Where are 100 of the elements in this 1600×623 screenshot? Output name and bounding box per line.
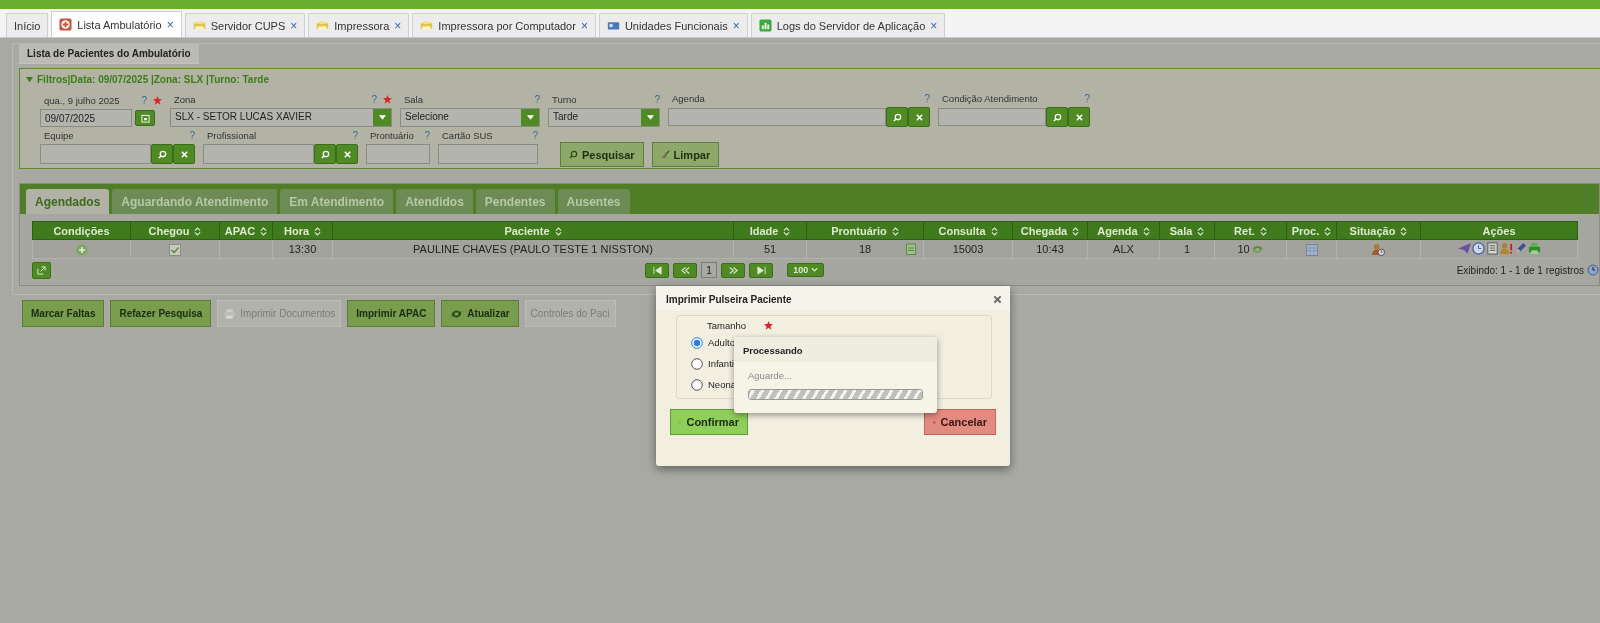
refresh-icon[interactable] <box>1587 264 1599 276</box>
clipboard-icon[interactable] <box>905 243 917 255</box>
help-mark[interactable]: ? <box>424 129 430 141</box>
printer-icon[interactable] <box>1527 241 1541 255</box>
field-label: Sala <box>404 93 424 105</box>
list-tab[interactable]: Atendidos <box>396 189 473 214</box>
column-header[interactable]: Sala <box>1159 221 1215 240</box>
help-mark[interactable]: ? <box>141 94 147 106</box>
plus-icon[interactable] <box>75 243 88 256</box>
filter-button[interactable]: Pesquisar <box>560 142 644 167</box>
column-header[interactable]: Paciente <box>332 221 734 240</box>
help-mark[interactable]: ? <box>534 93 540 105</box>
close-icon <box>342 149 352 159</box>
id-card-icon <box>606 19 620 32</box>
page-number[interactable]: 1 <box>701 262 718 278</box>
help-mark[interactable]: ? <box>924 92 930 104</box>
calendar-icon <box>140 113 150 123</box>
first-page-button[interactable] <box>645 262 669 278</box>
column-header[interactable]: Ret. <box>1214 221 1287 240</box>
clear-button[interactable] <box>908 107 930 127</box>
column-header[interactable]: Agenda <box>1087 221 1160 240</box>
input-field[interactable] <box>203 144 314 164</box>
column-header[interactable]: APAC <box>219 221 273 240</box>
app-tab[interactable]: Logs do Servidor de Aplicação × <box>750 13 946 37</box>
list-tab[interactable]: Aguardando Atendimento <box>112 189 278 214</box>
list-tab[interactable]: Pendentes <box>475 189 555 214</box>
list-tab[interactable]: Em Atendimento <box>280 189 394 214</box>
radio-button[interactable] <box>691 336 703 349</box>
search-button[interactable] <box>886 107 908 127</box>
column-header[interactable]: Chegada <box>1012 221 1088 240</box>
person-alert-icon[interactable] <box>1499 241 1513 255</box>
app-tab[interactable]: Servidor CUPS × <box>184 13 306 37</box>
close-tab-button[interactable]: × <box>580 18 588 33</box>
input-field[interactable] <box>668 108 886 126</box>
document-icon[interactable] <box>1485 241 1499 255</box>
person-clock-icon[interactable] <box>1372 242 1385 256</box>
input-field[interactable] <box>438 144 538 164</box>
app-tab[interactable]: Impressora × <box>308 13 410 37</box>
clear-button[interactable] <box>1068 107 1090 127</box>
radio-button[interactable] <box>691 357 703 370</box>
close-tab-button[interactable]: × <box>394 18 402 33</box>
list-tab[interactable]: Agendados <box>26 189 110 214</box>
search-button[interactable] <box>151 144 173 164</box>
column-header[interactable]: Chegou <box>130 221 220 240</box>
previous-page-button[interactable] <box>673 262 697 278</box>
select-field[interactable]: Selecione <box>400 108 540 127</box>
search-icon <box>1052 112 1062 122</box>
select-field[interactable]: Tarde <box>548 108 660 127</box>
column-header[interactable]: Prontuário <box>806 221 924 240</box>
checkbox[interactable] <box>169 243 181 256</box>
column-header[interactable]: Idade <box>733 221 807 240</box>
clock-icon[interactable] <box>1471 241 1485 255</box>
column-header[interactable]: Condições <box>32 221 131 240</box>
table-cell: ALX <box>1113 243 1134 255</box>
clear-button[interactable] <box>336 144 358 164</box>
close-tab-button[interactable]: × <box>930 18 938 33</box>
next-page-button[interactable] <box>721 262 746 278</box>
column-header[interactable]: Ações <box>1420 221 1578 240</box>
printer-icon <box>223 307 237 320</box>
app-tab[interactable]: Lista Ambulatório × <box>51 11 182 37</box>
action-button[interactable]: Refazer Pesquisa <box>110 300 212 327</box>
close-tab-button[interactable]: × <box>732 18 740 33</box>
column-header[interactable]: Proc. <box>1286 221 1337 240</box>
input-field[interactable] <box>366 144 430 164</box>
cancel-button[interactable]: Cancelar <box>924 409 996 435</box>
export-button[interactable] <box>32 261 51 279</box>
help-mark[interactable]: ? <box>189 129 195 141</box>
last-page-button[interactable] <box>749 262 774 278</box>
close-icon[interactable] <box>993 295 1002 304</box>
column-header[interactable]: Consulta <box>923 221 1013 240</box>
confirm-button[interactable]: Confirmar <box>670 409 748 435</box>
help-mark[interactable]: ? <box>1084 92 1090 104</box>
search-button[interactable] <box>1046 107 1068 127</box>
pen-icon[interactable] <box>1513 241 1527 255</box>
filter-button[interactable]: Limpar <box>651 142 720 167</box>
help-mark[interactable]: ? <box>352 129 358 141</box>
list-tab[interactable]: Ausentes <box>557 189 630 214</box>
close-tab-button[interactable]: × <box>290 18 298 33</box>
input-field[interactable] <box>938 108 1046 126</box>
column-header[interactable]: Situação <box>1336 221 1421 240</box>
app-tab[interactable]: Unidades Funcionais × <box>598 13 748 37</box>
action-button[interactable]: Marcar Faltas <box>22 300 105 327</box>
action-button[interactable]: Atualizar <box>441 300 519 327</box>
page-size-select[interactable]: 100 <box>787 263 825 277</box>
column-header[interactable]: Hora <box>272 221 333 240</box>
calendar-button[interactable] <box>135 110 155 126</box>
close-tab-button[interactable]: × <box>166 17 174 32</box>
app-tab[interactable]: Início <box>6 13 49 37</box>
filter-header[interactable]: Filtros|Data: 09/07/2025 |Zona: SLX |Turno: Tarde <box>20 69 1600 90</box>
action-button[interactable]: Imprimir APAC <box>347 300 436 327</box>
clear-button[interactable] <box>173 144 195 164</box>
search-button[interactable] <box>314 144 336 164</box>
help-mark[interactable]: ? <box>654 93 660 105</box>
select-field[interactable]: SLX - SETOR LUCAS XAVIER <box>170 108 392 127</box>
app-tab[interactable]: Impressora por Computador × <box>412 13 596 37</box>
input-field[interactable] <box>40 144 151 164</box>
radio-button[interactable] <box>691 378 703 391</box>
date-field[interactable]: 09/07/2025 <box>40 109 132 127</box>
help-mark[interactable]: ? <box>371 93 377 105</box>
help-mark[interactable]: ? <box>532 129 538 141</box>
